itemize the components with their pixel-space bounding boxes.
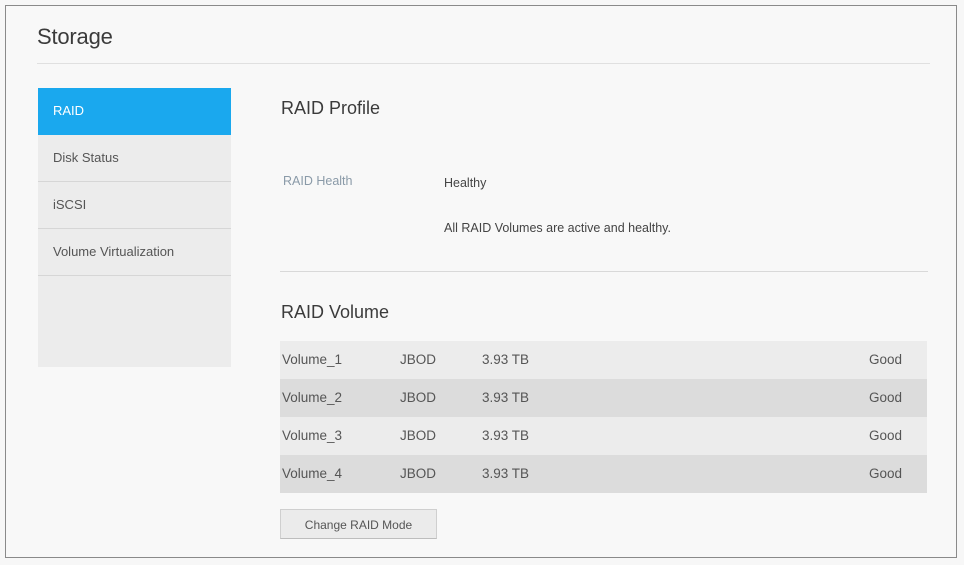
- volume-name: Volume_3: [282, 428, 343, 443]
- table-row[interactable]: Volume_1 JBOD 3.93 TB Good: [280, 341, 927, 379]
- raid-health-label: RAID Health: [283, 174, 353, 188]
- sidebar-item-volume-virtualization[interactable]: Volume Virtualization: [38, 229, 231, 276]
- sidebar-item-raid[interactable]: RAID: [38, 88, 231, 135]
- volume-type: JBOD: [400, 352, 437, 367]
- volume-type: JBOD: [400, 466, 437, 481]
- volume-type: JBOD: [400, 428, 437, 443]
- volume-status: Good: [868, 428, 902, 443]
- page-title: Storage: [37, 24, 113, 49]
- volume-name: Volume_4: [282, 466, 343, 481]
- volume-name: Volume_1: [282, 352, 343, 367]
- volume-status: Good: [868, 390, 902, 405]
- volume-type: JBOD: [400, 390, 437, 405]
- table-row[interactable]: Volume_4 JBOD 3.93 TB Good: [280, 455, 927, 493]
- raid-health-value: Healthy: [444, 176, 487, 190]
- title-divider: [37, 63, 930, 64]
- volume-status: Good: [868, 466, 902, 481]
- volume-size: 3.93 TB: [482, 466, 530, 481]
- sidebar-item-disk-status[interactable]: Disk Status: [38, 135, 231, 182]
- raid-volume-title: RAID Volume: [281, 302, 390, 322]
- change-raid-mode-button[interactable]: Change RAID Mode: [280, 509, 437, 539]
- volume-name: Volume_2: [282, 390, 343, 405]
- sidebar: RAID Disk Status iSCSI Volume Virtualiza…: [38, 88, 231, 367]
- volume-status: Good: [868, 352, 902, 367]
- section-divider: [280, 271, 928, 272]
- volume-size: 3.93 TB: [482, 428, 530, 443]
- raid-volume-table: Volume_1 JBOD 3.93 TB Good Volume_2 JBOD…: [280, 341, 927, 493]
- volume-size: 3.93 TB: [482, 352, 530, 367]
- raid-profile-title: RAID Profile: [281, 98, 381, 118]
- sidebar-item-iscsi[interactable]: iSCSI: [38, 182, 231, 229]
- volume-size: 3.93 TB: [482, 390, 530, 405]
- table-row[interactable]: Volume_2 JBOD 3.93 TB Good: [280, 379, 927, 417]
- table-row[interactable]: Volume_3 JBOD 3.93 TB Good: [280, 417, 927, 455]
- raid-health-message: All RAID Volumes are active and healthy.: [444, 221, 671, 235]
